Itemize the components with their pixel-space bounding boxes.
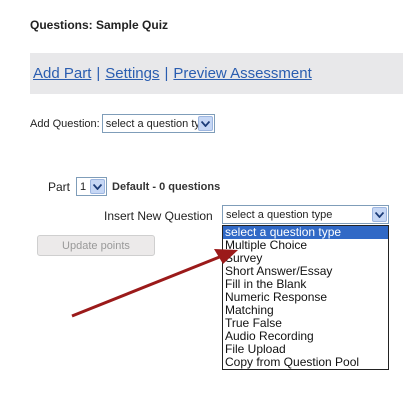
add-question-label: Add Question:	[30, 117, 100, 130]
question-type-dropdown-list[interactable]: select a question type Multiple Choice Sur…	[222, 225, 389, 370]
add-question-select[interactable]: select a question type	[101, 114, 215, 133]
part-label: Part	[48, 179, 71, 194]
preview-assessment-link[interactable]: Preview Assessment	[173, 65, 311, 82]
add-question-row: Add Question: select a question type	[30, 114, 215, 133]
part-number-value: 1	[80, 180, 87, 193]
part-row: Part 1 Default - 0 questions	[48, 177, 220, 196]
link-separator: |	[96, 65, 101, 82]
part-default-info: Default - 0 questions	[112, 180, 221, 193]
add-part-link[interactable]: Add Part	[33, 65, 91, 82]
action-link-bar: Add Part | Settings | Preview Assessment	[30, 53, 403, 94]
add-question-select-value: select a question type	[105, 117, 213, 130]
chevron-down-icon[interactable]	[90, 179, 106, 194]
insert-question-select[interactable]: select a question type	[222, 205, 389, 224]
insert-question-label: Insert New Question	[104, 209, 213, 223]
part-number-select[interactable]: 1	[76, 177, 108, 196]
link-separator: |	[164, 65, 169, 82]
dropdown-option[interactable]: Copy from Question Pool	[223, 356, 388, 369]
insert-question-select-value: select a question type	[226, 208, 333, 221]
chevron-down-icon[interactable]	[372, 207, 387, 222]
settings-link[interactable]: Settings	[105, 65, 159, 82]
chevron-down-icon[interactable]	[197, 116, 213, 131]
update-points-button[interactable]: Update points	[37, 235, 155, 256]
page-title: Questions: Sample Quiz	[30, 18, 169, 32]
